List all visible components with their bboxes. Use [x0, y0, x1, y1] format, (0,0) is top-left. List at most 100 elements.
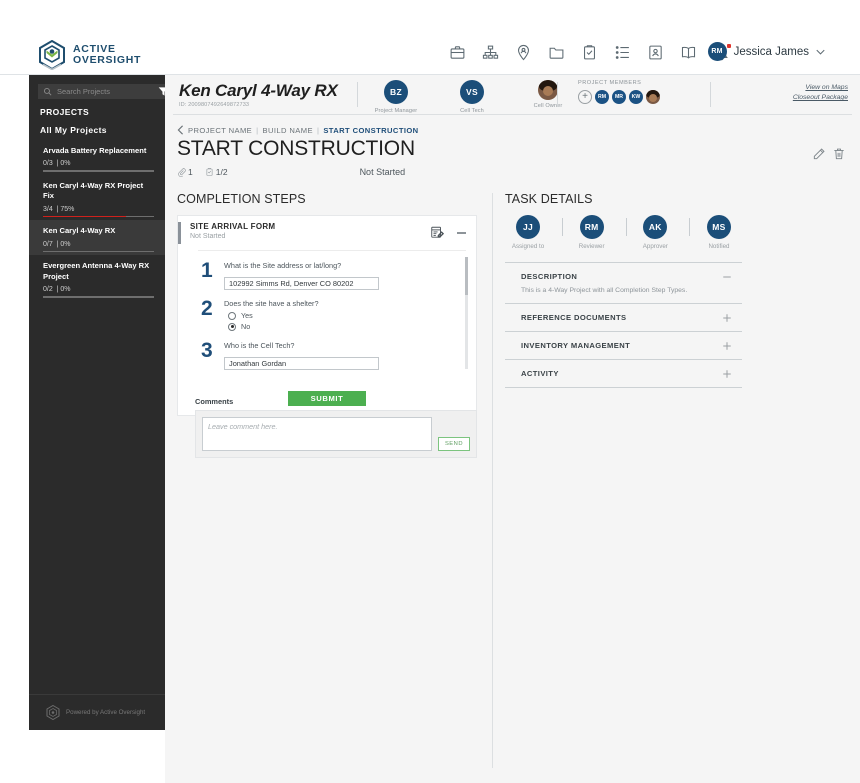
scrollbar[interactable] [465, 257, 468, 369]
accordion-activity[interactable]: ACTIVITY [505, 359, 742, 388]
progress-bar [43, 170, 154, 172]
role-cell-owner[interactable]: Cell Owner [522, 80, 574, 114]
status-badge: Not Started [359, 167, 406, 177]
project-count: 3/4 [43, 205, 53, 213]
accordion-body: This is a 4-Way Project with all Complet… [521, 287, 688, 294]
question-number: 1 [201, 259, 213, 282]
person-role: Notified [708, 243, 730, 250]
project-meta: 3/4 | 75% [43, 205, 75, 213]
form-edit-icon[interactable] [430, 225, 444, 240]
plus-icon[interactable] [722, 313, 732, 323]
org-chart-icon[interactable] [482, 44, 499, 61]
plus-circle-icon[interactable]: + [578, 90, 592, 104]
progress-bar [43, 250, 154, 253]
top-bar: ACTIVE OVERSIGHT RM Jessica James [0, 0, 860, 75]
list-item[interactable]: Ken Caryl 4-Way RX Project Fix 3/4 | 75% [29, 175, 165, 220]
radio-button-selected[interactable] [228, 322, 236, 331]
map-pin-person-icon[interactable] [515, 44, 532, 61]
person-assigned-to[interactable]: JJ Assigned to [505, 215, 563, 250]
project-percent: 75% [60, 205, 75, 213]
step-header[interactable]: SITE ARRIVAL FORM Not Started [178, 216, 476, 250]
task-details-panel: JJ Assigned to RM Reviewer AK Approver M… [505, 215, 742, 388]
person-approver[interactable]: AK Approver [632, 215, 691, 250]
sidebar-footer: Powered by Active Oversight [29, 694, 165, 730]
radio-option-no[interactable]: No [228, 322, 466, 331]
progress-bar [43, 215, 154, 218]
avatar: VS [460, 80, 484, 104]
list-item[interactable]: Evergreen Antenna 4-Way RX Project 0/2 |… [29, 255, 165, 300]
breadcrumb-item-build[interactable]: BUILD NAME [263, 126, 313, 135]
avatar-photo[interactable] [646, 90, 660, 104]
search-bar [38, 84, 172, 99]
view-on-maps-link[interactable]: View on Maps [793, 84, 848, 91]
book-icon[interactable] [680, 44, 697, 61]
chevron-left-icon[interactable] [177, 125, 184, 135]
divider [357, 82, 358, 107]
project-meta: 0/7 | 0% [43, 240, 71, 248]
comment-input[interactable] [202, 417, 432, 451]
project-meta: 0/3 | 0% [43, 160, 71, 168]
minus-icon[interactable] [722, 272, 732, 282]
question-3: 3 Who is the Cell Tech? [198, 338, 466, 376]
closeout-package-link[interactable]: Closeout Package [793, 94, 848, 101]
contact-card-icon[interactable] [647, 44, 664, 61]
comments-label: Comments [195, 397, 234, 406]
project-name: Arvada Battery Replacement [43, 146, 147, 155]
project-roles: BZ Project Manager VS Cell Tech Cell Own… [370, 80, 574, 114]
person-reviewer[interactable]: RM Reviewer [569, 215, 627, 250]
cell-tech-input[interactable] [224, 357, 379, 370]
divider [625, 218, 627, 236]
question-label: Who is the Cell Tech? [224, 341, 295, 350]
project-list: Arvada Battery Replacement 0/3 | 0% Ken … [29, 140, 165, 301]
attachments-chip[interactable]: 1 [177, 167, 193, 177]
question-number: 2 [201, 297, 213, 320]
question-label: Does the site have a shelter? [224, 299, 319, 308]
radio-button[interactable] [228, 311, 236, 320]
avatar[interactable]: RM [595, 90, 609, 104]
accordion-description[interactable]: DESCRIPTION This is a 4-Way Project with… [505, 262, 742, 303]
list-icon[interactable] [614, 44, 631, 61]
plus-icon[interactable] [722, 369, 732, 379]
breadcrumb-item-project[interactable]: PROJECT NAME [188, 126, 252, 135]
page-meta: 1 1/2 Not Started [177, 167, 487, 177]
header-links: View on Maps Closeout Package [793, 84, 848, 104]
brand-logo[interactable]: ACTIVE OVERSIGHT [38, 40, 141, 70]
brand-line-2: OVERSIGHT [73, 54, 142, 66]
completion-step-card: SITE ARRIVAL FORM Not Started 1 What is … [177, 215, 477, 416]
divider [562, 218, 563, 236]
radio-option-yes[interactable]: Yes [228, 311, 466, 320]
clipboard-check-icon [206, 168, 213, 176]
accordion-reference-documents[interactable]: REFERENCE DOCUMENTS [505, 303, 742, 331]
list-item-selected[interactable]: Ken Caryl 4-Way RX 0/7 | 0% [29, 220, 165, 256]
project-members-avatars: + RM MR KW [578, 90, 660, 104]
briefcase-icon[interactable] [449, 44, 466, 61]
avatar-photo [538, 80, 558, 100]
pencil-icon[interactable] [812, 147, 826, 161]
folder-icon[interactable] [548, 44, 565, 61]
site-address-input[interactable] [224, 277, 379, 290]
progress-bar [43, 296, 154, 298]
avatar: AK [643, 215, 668, 239]
clipboard-check-icon[interactable] [581, 44, 598, 61]
accordion-inventory-management[interactable]: INVENTORY MANAGEMENT [505, 331, 742, 359]
minus-icon[interactable] [457, 232, 466, 234]
user-menu[interactable]: RM Jessica James [707, 42, 825, 61]
search-icon [43, 87, 52, 96]
sidebar: PROJECTS All My Projects Arvada Battery … [29, 75, 172, 730]
top-nav-icons [449, 44, 731, 61]
role-cell-tech[interactable]: VS Cell Tech [446, 80, 498, 114]
sidebar-heading-projects: PROJECTS [40, 107, 90, 117]
send-comment-button[interactable]: SEND [438, 437, 470, 451]
search-input[interactable] [52, 87, 154, 96]
list-item[interactable]: Arvada Battery Replacement 0/3 | 0% [29, 140, 165, 175]
role-project-manager[interactable]: BZ Project Manager [370, 80, 422, 114]
divider [710, 82, 711, 107]
person-notified[interactable]: MS Notified [696, 215, 742, 250]
avatar[interactable]: KW [629, 90, 643, 104]
sidebar-all-my-projects[interactable]: All My Projects [40, 125, 107, 135]
checklist-chip[interactable]: 1/2 [205, 167, 228, 177]
trash-icon[interactable] [832, 147, 846, 161]
avatar[interactable]: MR [612, 90, 626, 104]
plus-icon[interactable] [722, 341, 732, 351]
page-title: START CONSTRUCTION [177, 137, 415, 160]
